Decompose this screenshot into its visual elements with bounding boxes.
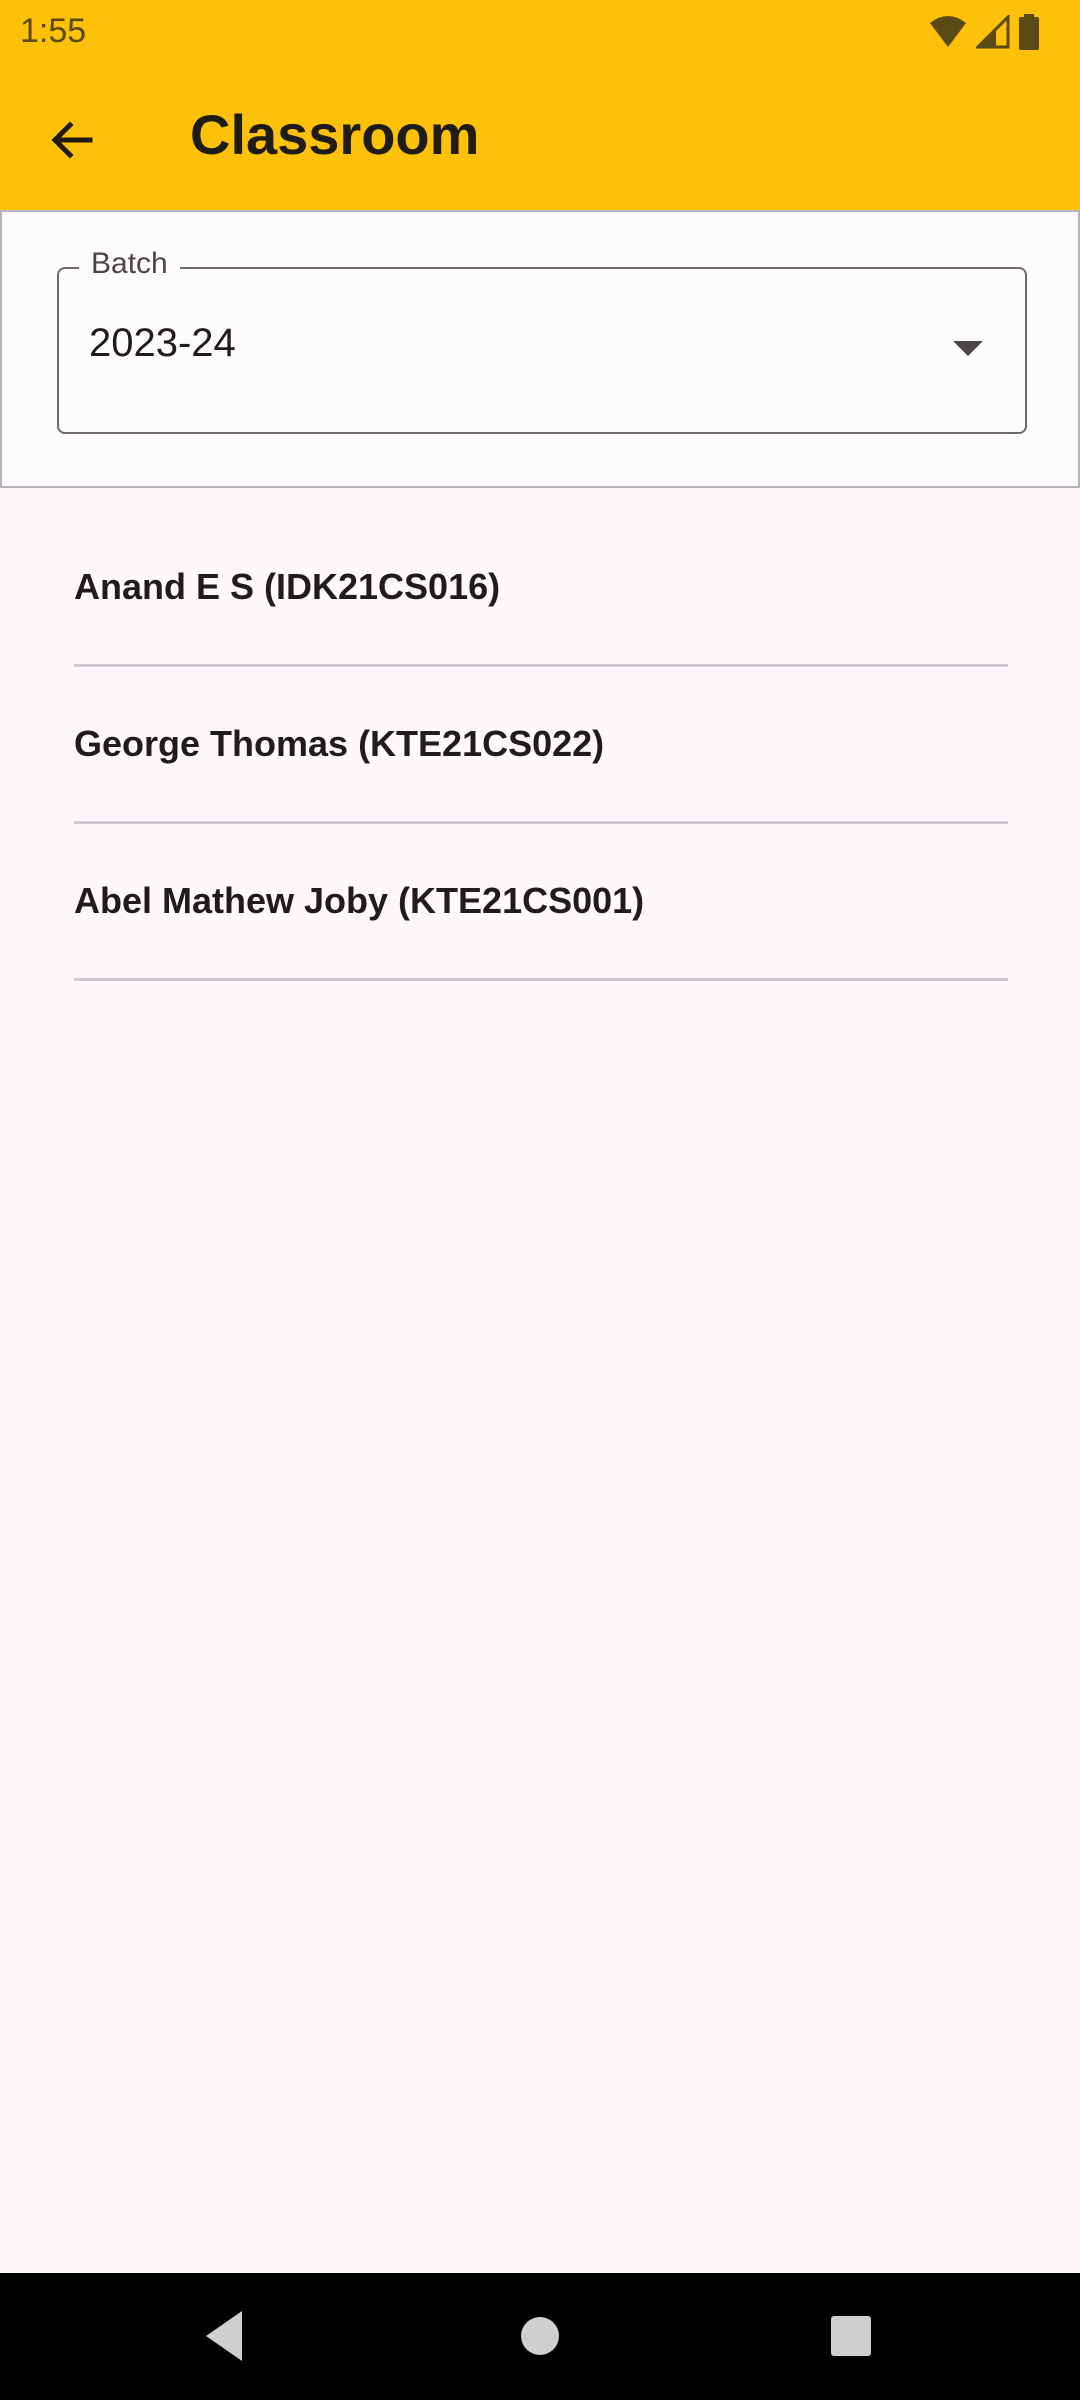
dropdown-arrow-icon [953, 341, 983, 356]
nav-recents-icon[interactable] [818, 2303, 884, 2369]
nav-home-icon[interactable] [507, 2303, 573, 2369]
status-time: 1:55 [20, 12, 87, 50]
batch-value: 2023-24 [89, 321, 236, 365]
arrow-back-icon [51, 121, 93, 159]
student-name: Abel Mathew Joby (KTE21CS001) [74, 880, 645, 921]
student-list-item[interactable]: Anand E S (IDK21CS016) [74, 510, 1008, 667]
nav-back-icon[interactable] [192, 2303, 258, 2369]
student-list-item[interactable]: Abel Mathew Joby (KTE21CS001) [74, 824, 1008, 981]
cell-signal-icon [976, 15, 1010, 49]
back-button[interactable] [24, 92, 120, 188]
student-name: Anand E S (IDK21CS016) [74, 566, 501, 607]
status-icons [928, 12, 1040, 52]
app-bar: 1:55 Classroom [0, 0, 1080, 210]
battery-icon [1019, 14, 1039, 50]
wifi-icon [930, 16, 966, 47]
student-name: George Thomas (KTE21CS022) [74, 723, 605, 764]
toolbar: Classroom [0, 64, 1080, 210]
status-bar: 1:55 [0, 0, 1080, 64]
batch-dropdown[interactable]: Batch 2023-24 [57, 247, 1027, 434]
batch-label: Batch [79, 247, 180, 281]
system-nav-bar [0, 2273, 1080, 2400]
batch-filter-card: Batch 2023-24 [0, 210, 1080, 488]
page-title: Classroom [190, 103, 480, 166]
student-list-item[interactable]: George Thomas (KTE21CS022) [74, 667, 1008, 824]
student-list: Anand E S (IDK21CS016) George Thomas (KT… [74, 510, 1008, 981]
